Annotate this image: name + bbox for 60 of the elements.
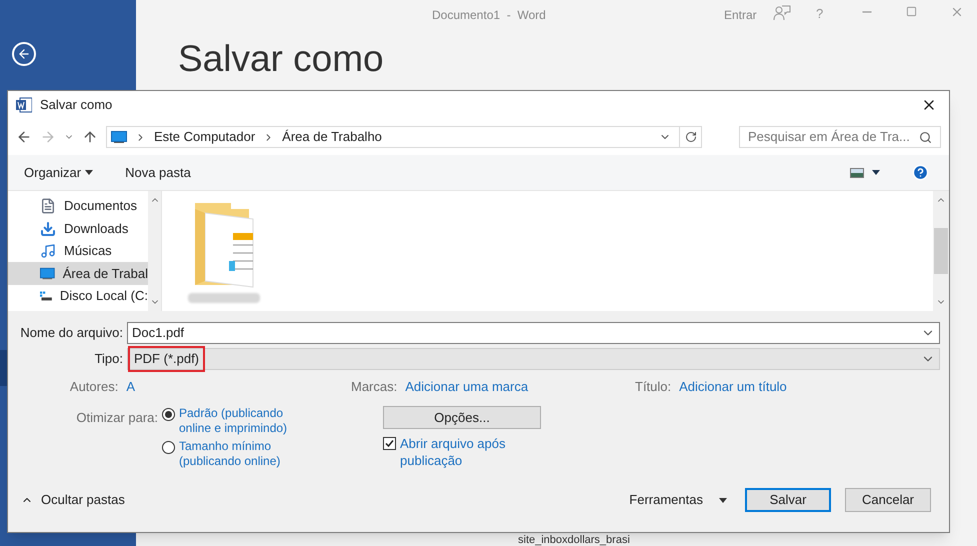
search-field[interactable]: Pesquisar em Área de Tra... — [739, 126, 941, 148]
radio-label[interactable]: Padrão (publicando online e imprimindo) — [179, 406, 299, 436]
meta-link[interactable]: A — [126, 377, 135, 397]
drive-icon — [40, 290, 52, 302]
view-icon[interactable] — [850, 168, 864, 178]
save-button[interactable]: Salvar — [745, 488, 831, 512]
type-value: PDF (*.pdf) — [128, 346, 206, 372]
meta-label: Autores: — [70, 378, 118, 396]
document-icon — [40, 198, 56, 214]
checkbox[interactable] — [383, 437, 396, 450]
dialog-title: Salvar como — [40, 96, 112, 114]
nav-item[interactable]: Documentos — [8, 195, 148, 218]
help-icon[interactable] — [912, 164, 929, 181]
person-comment-icon[interactable] — [773, 4, 791, 22]
radio-label[interactable]: Tamanho mínimo (publicando online) — [179, 439, 299, 469]
refresh-icon[interactable] — [684, 131, 696, 143]
meta-link[interactable]: Adicionar um título — [679, 377, 787, 397]
nav-item[interactable]: Área de Trabal — [8, 262, 148, 285]
caret-icon — [719, 498, 727, 502]
scroll-thumb[interactable] — [934, 228, 948, 274]
cancel-button[interactable]: Cancelar — [845, 488, 931, 512]
music-note-icon — [40, 243, 56, 260]
filename-field[interactable]: Doc1.pdf — [127, 322, 940, 344]
download-icon — [40, 220, 56, 237]
organize-menu-button[interactable]: Organizar — [24, 162, 94, 182]
field-label: Nome do arquivo: — [19, 324, 124, 342]
maximize-icon[interactable] — [906, 6, 917, 17]
options-button[interactable]: Opções... — [383, 406, 541, 429]
field-label: Tipo: — [94, 350, 124, 368]
window-title: Documento1 - Word — [432, 7, 546, 24]
breadcrumb-item[interactable]: Área de Trabalho — [282, 127, 382, 147]
meta-link[interactable]: Adicionar uma marca — [405, 377, 528, 397]
caret-icon[interactable] — [872, 170, 880, 175]
page-heading: Salvar como — [178, 40, 384, 77]
address-bar[interactable]: Este Computador Área de Trabalho — [106, 126, 702, 148]
new-folder-button[interactable]: Nova pasta — [125, 162, 191, 182]
nav-item[interactable]: Músicas — [8, 240, 148, 262]
nav-scrollbar[interactable] — [148, 191, 161, 311]
radio-button[interactable] — [162, 441, 175, 454]
search-icon — [919, 130, 932, 144]
hide-folders-button[interactable]: Ocultar pastas — [17, 490, 125, 510]
caret-icon — [85, 170, 94, 175]
nav-item[interactable]: Downloads — [8, 217, 148, 240]
monitor-icon — [40, 266, 55, 280]
word-logo-icon — [16, 97, 32, 113]
monitor-icon — [111, 131, 127, 143]
type-dropdown[interactable]: PDF (*.pdf) — [127, 348, 940, 370]
meta-label: Título: — [635, 378, 672, 396]
tools-menu-button[interactable]: Ferramentas — [629, 490, 727, 510]
back-arrow-icon[interactable] — [16, 129, 32, 145]
behind-file-name: site_inboxdollars_brasi — [518, 535, 630, 546]
radio-button[interactable] — [162, 408, 175, 421]
meta-label: Marcas: — [351, 378, 398, 396]
file-scrollbar[interactable] — [933, 191, 949, 311]
blurred-label — [188, 293, 260, 303]
back-button[interactable] — [12, 42, 36, 66]
field-label: Otimizar para: — [75, 409, 159, 427]
breadcrumb-item[interactable]: Este Computador — [154, 127, 256, 147]
nav-item[interactable]: Disco Local (C: — [8, 284, 148, 308]
checkbox-label[interactable]: Abrir arquivo após publicação — [400, 435, 525, 469]
